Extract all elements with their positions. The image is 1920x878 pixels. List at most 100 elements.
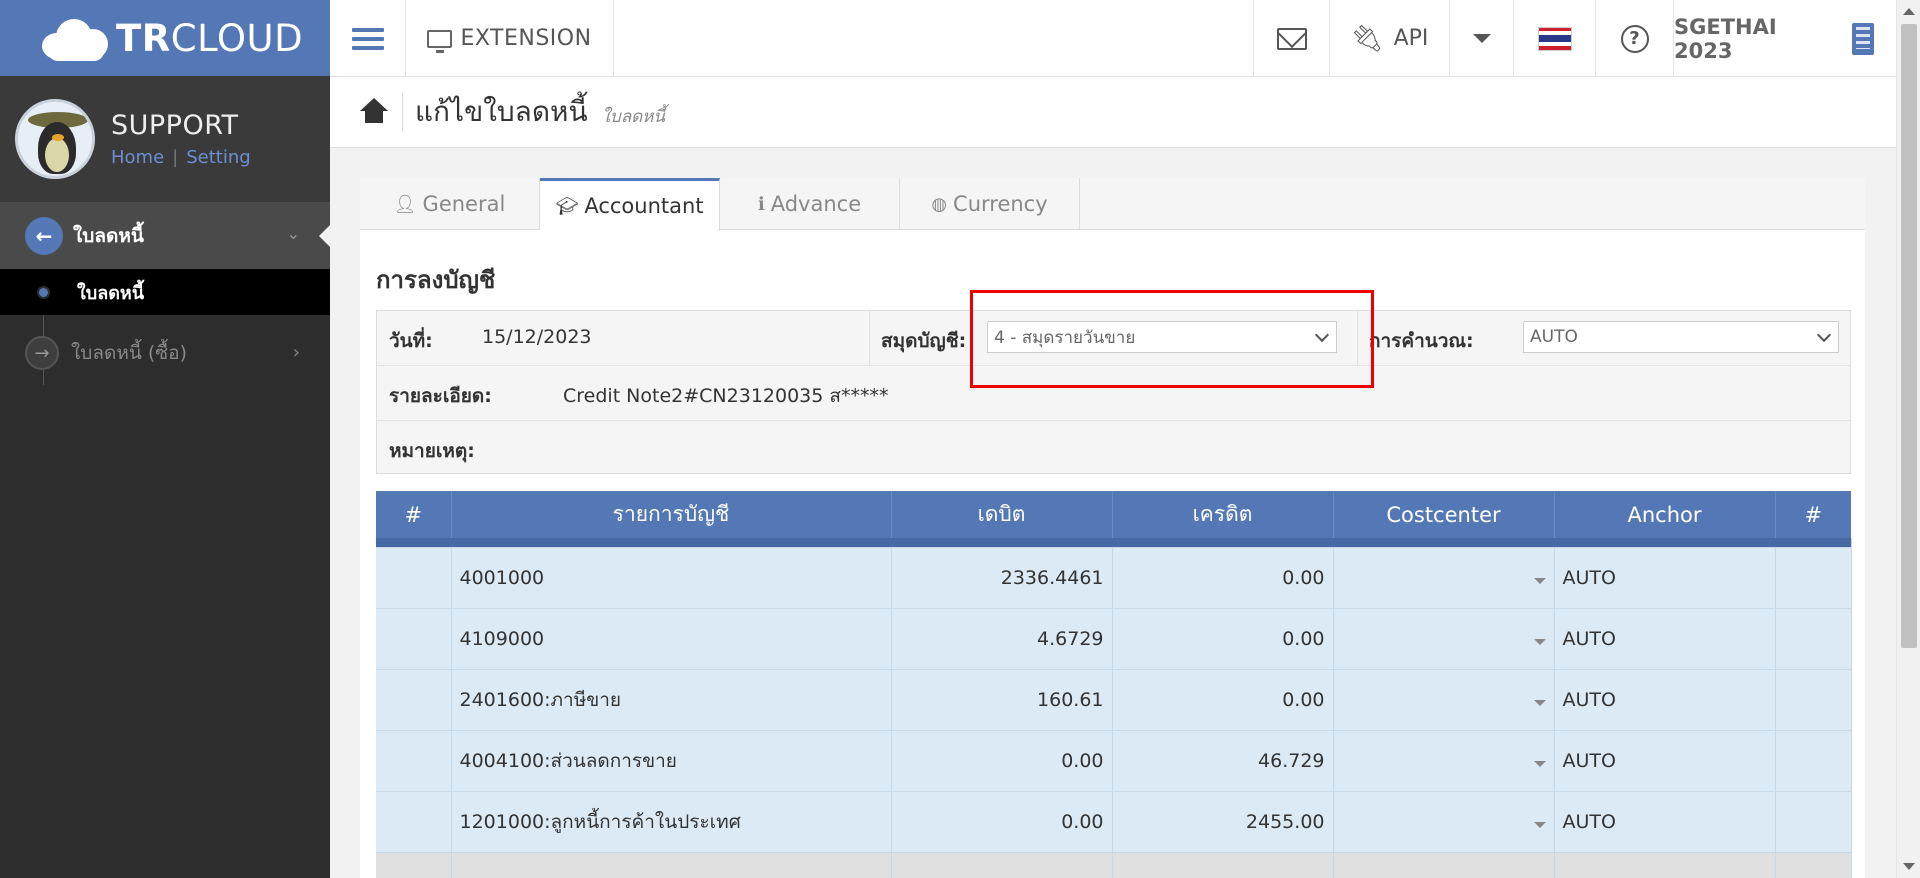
caret-down-icon bbox=[1472, 34, 1491, 43]
account-cell[interactable]: 1201000:ลูกหนี้การค้าในประเทศ bbox=[451, 791, 892, 853]
tab-accountant[interactable]: 🎓︎ Accountant bbox=[540, 178, 720, 231]
calc-label: การคำนวณ: bbox=[1369, 330, 1474, 352]
credit-cell[interactable]: 0.00 bbox=[1112, 547, 1334, 609]
account-cell[interactable]: 4001000 bbox=[451, 547, 892, 609]
help-button[interactable]: ? bbox=[1596, 0, 1674, 77]
question-icon: ? bbox=[1620, 24, 1649, 53]
sidebar-item-credit-note[interactable]: ← ใบลดหนี้ ⌄ bbox=[0, 202, 330, 269]
detail-label: รายละเอียด: bbox=[389, 385, 492, 407]
menu-toggle-button[interactable] bbox=[330, 0, 406, 77]
anchor-cell[interactable]: AUTO bbox=[1554, 730, 1776, 792]
dropdown-button[interactable] bbox=[1450, 0, 1514, 77]
total-row: 2,501.73 2,501.73 bbox=[376, 852, 1852, 878]
col-header-action: # bbox=[1775, 491, 1851, 538]
costcenter-cell[interactable] bbox=[1333, 669, 1555, 731]
avatar bbox=[15, 99, 95, 179]
hamburger-icon bbox=[351, 23, 384, 55]
debit-cell[interactable]: 4.6729 bbox=[891, 608, 1113, 670]
logo[interactable]: TRCLOUD bbox=[0, 0, 330, 76]
graduation-cap-icon: 🎓︎ bbox=[555, 195, 579, 217]
messages-button[interactable] bbox=[1253, 0, 1330, 77]
tab-advance[interactable]: ℹ Advance bbox=[720, 178, 900, 230]
chevron-down-icon bbox=[1816, 327, 1832, 343]
home-link[interactable]: Home bbox=[111, 147, 164, 168]
table-row: 4109000 4.6729 0.00 AUTO bbox=[376, 608, 1852, 670]
credit-cell[interactable]: 0.00 bbox=[1112, 669, 1334, 731]
anchor-cell[interactable]: AUTO bbox=[1554, 547, 1776, 609]
journal-table: # รายการบัญชี เดบิต เครดิต Costcenter An… bbox=[376, 491, 1852, 878]
language-button[interactable] bbox=[1514, 0, 1596, 77]
anchor-cell[interactable]: AUTO bbox=[1554, 791, 1776, 853]
col-header-account: รายการบัญชี bbox=[451, 491, 892, 538]
scroll-thumb[interactable] bbox=[1901, 24, 1917, 648]
api-button[interactable]: 🔌︎ API bbox=[1330, 0, 1450, 77]
credit-cell[interactable]: 2455.00 bbox=[1112, 791, 1334, 853]
thai-flag-icon bbox=[1537, 26, 1572, 51]
caret-down-icon bbox=[1533, 577, 1546, 584]
user-icon: 👤︎ bbox=[393, 193, 417, 215]
table-row: 1201000:ลูกหนี้การค้าในประเทศ 0.00 2455.… bbox=[376, 791, 1852, 853]
home-icon[interactable] bbox=[358, 98, 390, 126]
debit-cell[interactable]: 160.61 bbox=[891, 669, 1113, 731]
debit-cell[interactable]: 2336.4461 bbox=[891, 547, 1113, 609]
sidebar-item-credit-note-purchase[interactable]: → ใบลดหนี้ (ซื้อ) › bbox=[0, 330, 330, 376]
table-row: 4004100:ส่วนลดการขาย 0.00 46.729 AUTO bbox=[376, 730, 1852, 792]
costcenter-cell[interactable] bbox=[1333, 547, 1555, 609]
tab-currency[interactable]: ◍ Currency bbox=[900, 178, 1080, 230]
debit-cell[interactable]: 0.00 bbox=[891, 791, 1113, 853]
costcenter-cell[interactable] bbox=[1333, 608, 1555, 670]
topbar: EXTENSION 🔌︎ API ? SGETHAI 2023 bbox=[330, 0, 1896, 77]
setting-link[interactable]: Setting bbox=[186, 147, 250, 168]
anchor-cell[interactable]: AUTO bbox=[1554, 608, 1776, 670]
date-value[interactable]: 15/12/2023 bbox=[482, 326, 592, 348]
page-title: แก้ไขใบลดหนี้ bbox=[415, 95, 588, 128]
highlight-annotation bbox=[970, 290, 1374, 388]
sidebar-subitem-credit-note[interactable]: ใบลดหนี้ bbox=[0, 269, 330, 315]
col-header-debit: เดบิต bbox=[891, 491, 1113, 538]
caret-down-icon bbox=[1533, 638, 1546, 645]
debit-cell[interactable]: 0.00 bbox=[891, 730, 1113, 792]
chevron-down-icon: ⌄ bbox=[286, 224, 300, 243]
tab-general[interactable]: 👤︎ General bbox=[360, 178, 540, 230]
profile-panel: SUPPORT Home | Setting bbox=[0, 76, 330, 202]
main-content: แก้ไขใบลดหนี้ ใบลดหนี้ 👤︎ General 🎓︎ Accou… bbox=[330, 77, 1896, 878]
credit-cell[interactable]: 0.00 bbox=[1112, 608, 1334, 670]
note-label: หมายเหตุ: bbox=[389, 440, 475, 462]
calc-select[interactable]: AUTO bbox=[1523, 321, 1839, 353]
anchor-cell[interactable]: AUTO bbox=[1554, 669, 1776, 731]
page-subtitle: ใบลดหนี้ bbox=[601, 106, 665, 127]
sidebar-item-label: ใบลดหนี้ bbox=[73, 224, 144, 247]
arrow-right-icon: → bbox=[25, 336, 59, 370]
account-cell[interactable]: 2401600:ภาษีขาย bbox=[451, 669, 892, 731]
company-selector[interactable]: SGETHAI 2023 bbox=[1674, 0, 1874, 77]
scroll-down-icon[interactable] bbox=[1903, 863, 1915, 870]
vertical-scrollbar[interactable] bbox=[1896, 0, 1920, 878]
bullet-icon bbox=[37, 286, 50, 299]
account-cell[interactable]: 4004100:ส่วนลดการขาย bbox=[451, 730, 892, 792]
col-header-credit: เครดิต bbox=[1112, 491, 1334, 538]
credit-cell[interactable]: 46.729 bbox=[1112, 730, 1334, 792]
plug-icon: 🔌︎ bbox=[1350, 23, 1384, 54]
total-credit: 2,501.73 bbox=[1112, 852, 1334, 878]
date-label: วันที่: bbox=[389, 330, 433, 352]
detail-value[interactable]: Credit Note2#CN23120035 ส***** bbox=[563, 381, 889, 411]
col-header-anchor: Anchor bbox=[1554, 491, 1776, 538]
costcenter-cell[interactable] bbox=[1333, 730, 1555, 792]
col-header-index: # bbox=[376, 491, 452, 538]
sidebar: TRCLOUD SUPPORT Home | Setting ← ใบลดหนี้ … bbox=[0, 0, 330, 878]
section-title: การลงบัญชี bbox=[376, 266, 496, 294]
scroll-up-icon[interactable] bbox=[1903, 8, 1915, 15]
building-icon bbox=[1852, 22, 1874, 55]
caret-down-icon bbox=[1533, 760, 1546, 767]
arrow-left-icon: ← bbox=[25, 216, 63, 255]
account-cell[interactable]: 4109000 bbox=[451, 608, 892, 670]
journal-label: สมุดบัญชี: bbox=[881, 330, 967, 352]
sidebar-item-label: ใบลดหนี้ (ซื้อ) bbox=[71, 342, 188, 364]
logo-text: TRCLOUD bbox=[116, 16, 304, 60]
monitor-icon bbox=[427, 29, 453, 53]
costcenter-cell[interactable] bbox=[1333, 791, 1555, 853]
extension-button[interactable]: EXTENSION bbox=[406, 0, 614, 77]
caret-down-icon bbox=[1533, 821, 1546, 828]
table-row: 4001000 2336.4461 0.00 AUTO bbox=[376, 547, 1852, 609]
info-icon: ℹ bbox=[757, 193, 765, 215]
